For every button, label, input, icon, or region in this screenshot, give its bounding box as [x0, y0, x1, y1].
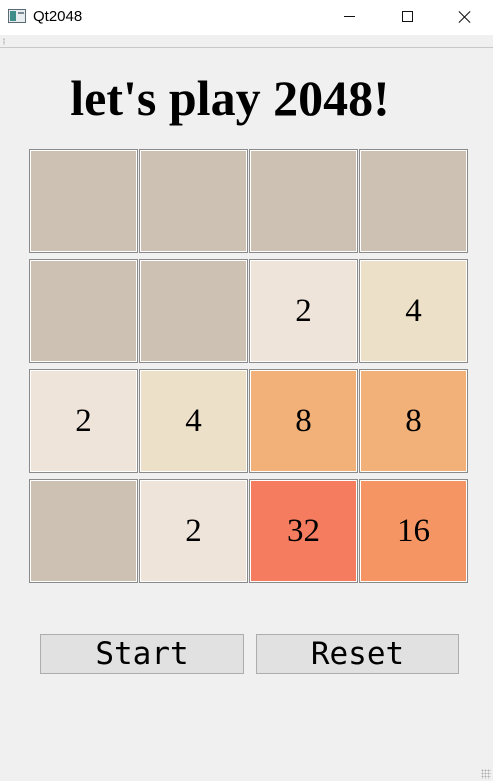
tile-value: 4: [185, 402, 202, 439]
toolbar-strip: [0, 35, 493, 48]
app-icon: [8, 9, 26, 23]
minimize-icon: [343, 16, 355, 17]
tile-value: 2: [295, 292, 312, 329]
tile-r4-c2: 2: [139, 479, 248, 583]
tile-value: 4: [405, 292, 422, 329]
close-icon: [458, 10, 472, 24]
tile-value: 16: [397, 512, 430, 549]
tile-r1-c3: [249, 149, 358, 253]
maximize-icon: [401, 11, 413, 22]
toolbar-grip-icon[interactable]: [3, 38, 5, 45]
close-button[interactable]: [436, 0, 493, 33]
tile-r2-c3: 2: [249, 259, 358, 363]
maximize-button[interactable]: [378, 0, 436, 33]
title-bar: Qt2048: [0, 0, 493, 35]
tile-r4-c3: 32: [249, 479, 358, 583]
resize-grip-icon[interactable]: [481, 769, 491, 779]
tile-r3-c1: 2: [29, 369, 138, 473]
tile-r4-c4: 16: [359, 479, 468, 583]
app-window: Qt2048 let's play 2048! 2 4 2 4 8 8 2 32 16 Star…: [0, 0, 493, 781]
minimize-button[interactable]: [320, 0, 378, 33]
tile-r1-c1: [29, 149, 138, 253]
tile-r3-c2: 4: [139, 369, 248, 473]
window-title: Qt2048: [33, 8, 83, 25]
game-title: let's play 2048!: [70, 70, 390, 126]
reset-button[interactable]: Reset: [256, 634, 459, 674]
tile-r2-c4: 4: [359, 259, 468, 363]
tile-r1-c4: [359, 149, 468, 253]
tile-r2-c2: [139, 259, 248, 363]
tile-value: 8: [295, 402, 312, 439]
tile-r1-c2: [139, 149, 248, 253]
start-button[interactable]: Start: [40, 634, 244, 674]
tile-value: 2: [185, 512, 202, 549]
tile-r3-c3: 8: [249, 369, 358, 473]
tile-r4-c1: [29, 479, 138, 583]
game-board: 2 4 2 4 8 8 2 32 16: [29, 149, 469, 583]
tile-value: 2: [75, 402, 92, 439]
tile-value: 32: [287, 512, 320, 549]
tile-r3-c4: 8: [359, 369, 468, 473]
tile-value: 8: [405, 402, 422, 439]
tile-r2-c1: [29, 259, 138, 363]
